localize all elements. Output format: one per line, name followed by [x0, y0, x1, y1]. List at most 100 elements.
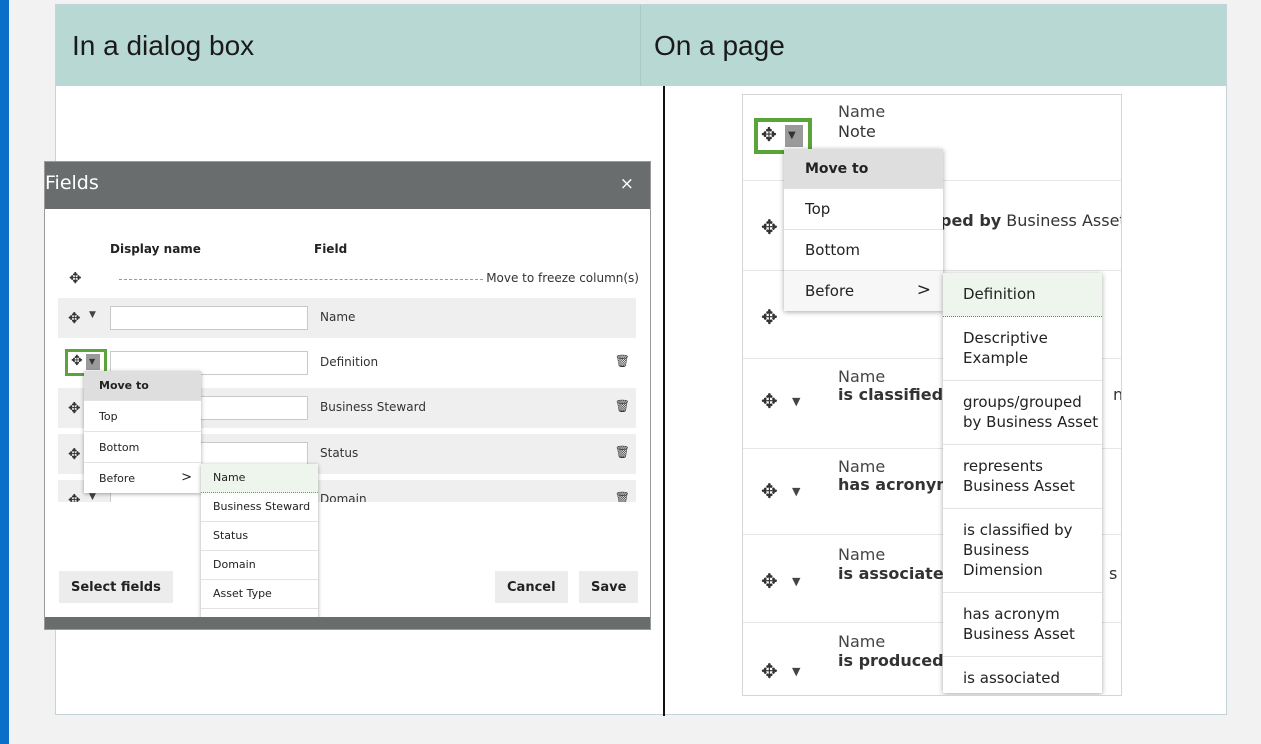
- header-dialog-box: In a dialog box: [72, 30, 255, 61]
- field-name: Domain: [320, 492, 367, 502]
- menu-item-label: Before: [805, 282, 855, 300]
- move-icon[interactable]: ✥: [71, 353, 83, 369]
- trash-icon[interactable]: 🗑: [615, 354, 630, 368]
- caret-down-button[interactable]: ▼: [86, 354, 100, 370]
- field-name: Definition: [320, 355, 379, 369]
- column-divider: [663, 86, 665, 716]
- row-name: Name: [838, 367, 886, 386]
- move-icon[interactable]: ✥: [761, 479, 778, 503]
- before-submenu: Name Business Steward Status Domain Asse…: [201, 464, 318, 629]
- move-icon[interactable]: ✥: [69, 269, 82, 287]
- page-attribute-list: Name Note ✥ ped by Business Asset ✥ ✥ ▼ …: [742, 94, 1122, 696]
- submenu-item[interactable]: Status: [201, 522, 318, 551]
- submenu-item[interactable]: is classified by Business Dimension: [943, 509, 1102, 593]
- submenu-item[interactable]: represents Business Asset: [943, 445, 1102, 509]
- dialog-title: Fields: [45, 172, 99, 194]
- row-name: Name: [838, 102, 886, 121]
- move-to-menu: Move to Top Bottom Before >: [84, 371, 201, 493]
- row-name: Name: [838, 545, 886, 564]
- move-icon[interactable]: ✥: [68, 309, 81, 327]
- column-header-display-name: Display name: [110, 242, 201, 256]
- freeze-columns-row: ✥ Move to freeze column(s): [59, 267, 639, 291]
- caret-down-icon[interactable]: ▼: [89, 310, 96, 320]
- row-tail: s: [1109, 564, 1118, 583]
- chevron-right-icon: >: [181, 470, 192, 485]
- caret-down-icon[interactable]: ▼: [792, 485, 800, 498]
- move-to-menu: Move to Top Bottom Before >: [784, 149, 943, 311]
- row-relation: is classified b: [838, 385, 961, 404]
- dialog-header: Fields ×: [45, 162, 650, 209]
- caret-down-icon[interactable]: ▼: [792, 665, 800, 678]
- dialog-footer-bar: [45, 617, 650, 629]
- cancel-button[interactable]: Cancel: [495, 571, 568, 603]
- submenu-item[interactable]: Business Steward: [201, 493, 318, 522]
- submenu-item[interactable]: Definition: [943, 273, 1102, 317]
- move-icon[interactable]: ✥: [68, 491, 81, 502]
- menu-item-top[interactable]: Top: [784, 188, 943, 229]
- submenu-item[interactable]: Domain: [201, 551, 318, 580]
- move-icon[interactable]: ✥: [761, 389, 778, 413]
- field-row: ✥ ▼ Name: [58, 298, 636, 338]
- menu-item-label: Top: [99, 410, 118, 423]
- submenu-item[interactable]: Name: [201, 464, 318, 493]
- move-icon[interactable]: ✥: [68, 399, 81, 417]
- before-submenu: Definition Descriptive Example groups/gr…: [943, 273, 1102, 693]
- row-relation: is associated: [838, 564, 956, 583]
- caret-down-icon[interactable]: ▼: [792, 575, 800, 588]
- submenu-item[interactable]: has acronym Business Asset: [943, 593, 1102, 657]
- caret-down-icon: ▼: [89, 357, 96, 366]
- display-name-input[interactable]: [110, 306, 308, 330]
- freeze-divider: [119, 279, 483, 280]
- menu-item-bottom[interactable]: Bottom: [84, 431, 201, 462]
- move-icon[interactable]: ✥: [68, 445, 81, 463]
- trash-icon[interactable]: 🗑: [615, 491, 630, 502]
- menu-item-before[interactable]: Before >: [84, 462, 201, 493]
- menu-item-bottom[interactable]: Bottom: [784, 229, 943, 270]
- left-accent-bar: [0, 0, 9, 744]
- fields-dialog: Fields × Display name Field ✥ Move to fr…: [44, 161, 651, 630]
- menu-item-label: Bottom: [805, 241, 861, 259]
- field-name: Name: [320, 310, 356, 324]
- submenu-item[interactable]: Descriptive Example: [943, 317, 1102, 381]
- field-name: Business Steward: [320, 400, 426, 414]
- row-name: Name: [838, 632, 886, 651]
- menu-item-label: Top: [805, 200, 831, 218]
- menu-title: Move to: [84, 371, 201, 400]
- menu-title: Move to: [784, 149, 943, 188]
- field-name: Status: [320, 446, 359, 460]
- relation-target: Business Asset: [1001, 211, 1122, 230]
- menu-item-label: Before: [99, 472, 135, 485]
- move-icon[interactable]: ✥: [761, 215, 778, 239]
- table-header: In a dialog box On a page: [56, 5, 1226, 86]
- trash-icon[interactable]: 🗑: [615, 399, 630, 413]
- move-icon[interactable]: ✥: [761, 305, 778, 329]
- header-on-page: On a page: [654, 30, 785, 61]
- row-value: Note: [838, 122, 876, 141]
- submenu-item[interactable]: is associated: [943, 657, 1102, 693]
- freeze-label: Move to freeze column(s): [486, 271, 639, 285]
- close-icon[interactable]: ×: [620, 174, 634, 194]
- header-divider: [640, 5, 641, 86]
- caret-down-icon[interactable]: ▼: [89, 492, 96, 502]
- menu-item-before[interactable]: Before >: [784, 270, 943, 311]
- relation-bold: ped by: [940, 211, 1002, 230]
- caret-down-button[interactable]: ▼: [785, 125, 803, 147]
- menu-item-label: Bottom: [99, 441, 140, 454]
- column-header-field: Field: [314, 242, 348, 256]
- move-icon[interactable]: ✥: [761, 124, 777, 146]
- row-tail: n: [1113, 385, 1121, 404]
- submenu-item[interactable]: groups/grouped by Business Asset: [943, 381, 1102, 445]
- move-icon[interactable]: ✥: [761, 569, 778, 593]
- row-relation: ped by Business Asset: [940, 211, 1122, 230]
- caret-down-icon[interactable]: ▼: [792, 395, 800, 408]
- row-name: Name: [838, 457, 886, 476]
- caret-down-icon: ▼: [788, 130, 796, 141]
- save-button[interactable]: Save: [579, 571, 639, 603]
- trash-icon[interactable]: 🗑: [615, 445, 630, 459]
- move-icon[interactable]: ✥: [761, 659, 778, 683]
- select-fields-button[interactable]: Select fields: [59, 571, 173, 603]
- row-relation: has acronym: [838, 475, 953, 494]
- menu-item-top[interactable]: Top: [84, 400, 201, 431]
- submenu-item[interactable]: Asset Type: [201, 580, 318, 609]
- chevron-right-icon: >: [916, 280, 931, 300]
